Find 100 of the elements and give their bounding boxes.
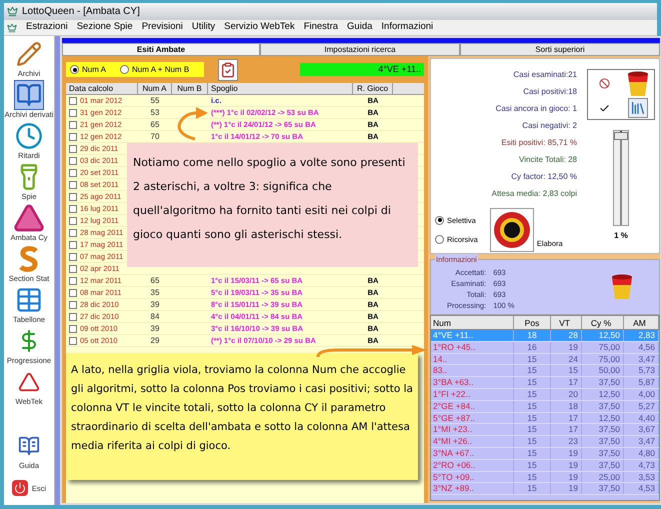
books-icon[interactable] (628, 98, 648, 118)
stat-label: Vincite Totali: 28 (519, 154, 577, 166)
tab[interactable]: Impostazioni ricerca (260, 43, 460, 56)
checkbox[interactable] (69, 216, 77, 224)
radio-button[interactable] (120, 65, 130, 74)
grid-row[interactable]: 2°GE +84.. 15 18 37,50 5,27 (431, 400, 659, 413)
no-entry-icon[interactable] (599, 78, 610, 90)
checkbox[interactable] (69, 312, 77, 320)
checkbox[interactable] (69, 252, 77, 260)
checkbox[interactable] (69, 132, 77, 140)
column-header[interactable]: Num A (138, 83, 172, 94)
checkbox[interactable] (69, 120, 77, 128)
column-header[interactable]: Pos (514, 316, 551, 329)
menu-item[interactable]: Servizio WebTek (224, 20, 295, 35)
table-cell: 84 (150, 312, 160, 321)
checkbox[interactable] (69, 144, 77, 152)
grid-row[interactable]: 14.. 15 24 75,00 3,47 (431, 354, 659, 366)
grid-row[interactable]: 2°RO +06.. 15 19 37,50 4,73 (431, 460, 659, 472)
column-header[interactable]: Spoglio (208, 83, 353, 94)
checkbox[interactable] (69, 108, 77, 116)
curved-arrow (175, 105, 209, 141)
table-cell: 65 (150, 276, 160, 285)
table-cell: 35 (150, 288, 160, 297)
stat-label: Casi esaminati:21 (513, 69, 577, 81)
grid-row[interactable]: 3°NA +67.. 15 19 37,50 4,80 (431, 448, 659, 460)
grid-row[interactable]: 5°TO +09.. 15 19 25,00 3,53 (431, 472, 659, 484)
table-cell: 39 (150, 324, 160, 333)
menu-item[interactable]: Informazioni (381, 20, 434, 35)
column-header[interactable]: Num B (172, 83, 208, 94)
round-button-icon[interactable] (490, 208, 534, 252)
menu-item[interactable]: Estrazioni (26, 20, 68, 35)
table-cell: 53 (150, 108, 160, 117)
table-cell: 39 (150, 300, 160, 309)
book-icon (16, 82, 42, 108)
pencil-icon (16, 41, 42, 67)
radio-label: Num A (82, 64, 106, 76)
crown-icon (7, 22, 17, 32)
grid-row[interactable]: 1°FI +22.. 15 20 12,50 4,00 (431, 388, 659, 401)
clock-icon (15, 122, 43, 150)
slider-reading: 1 % (614, 230, 628, 242)
callout-note: Notiamo come nello spoglio a volte sono presenti 2 asterischi, a voltre 3: significa che quell'algoritmo ha fornito tanti esiti nei colpi di gioco quanti sono gli asterischi stessi. (127, 143, 418, 267)
book-icon (18, 435, 40, 457)
power-icon (12, 480, 28, 496)
column-header[interactable]: Num (431, 316, 514, 329)
checkbox[interactable] (69, 192, 77, 200)
menu-item[interactable]: Utility (192, 20, 216, 35)
menu-item[interactable]: Sezione Spie (76, 20, 133, 35)
column-header[interactable]: AM (624, 316, 659, 329)
checkbox[interactable] (69, 156, 77, 164)
table-cell: 29 (150, 336, 160, 345)
bucket-icon (611, 274, 633, 300)
s-curve-icon (18, 246, 40, 272)
stat-label: Cy factor: 12,50 % (511, 171, 577, 183)
callout-note: A lato, nella griglia viola, troviamo la colonna Num che accoglie gli algoritmi, sotto la colonna Pos troviamo i casi positivi; sotto la colonna VT le vincite totali, sotto la colonna CY il parametro straordinario di scelta dell'ambata e sotto la colonna AM l'attesa media riferita ai colpi di gioco. (66, 353, 418, 480)
tab[interactable]: Sorti superiori (460, 43, 660, 56)
column-header[interactable]: R. Gioco (353, 83, 393, 94)
grid-row[interactable]: 83.. 15 15 50,00 5,73 (431, 365, 659, 378)
stat-label: Attesa media: 2,83 colpi (492, 188, 577, 200)
stat-label: Esiti positivi: 85,71 % (501, 137, 577, 149)
menu-item[interactable]: Guida (347, 20, 372, 35)
crown-icon (7, 6, 18, 17)
checkbox[interactable] (69, 168, 77, 176)
triangle-icon (18, 370, 40, 394)
checkbox[interactable] (69, 336, 77, 344)
grid-row[interactable]: 4°MI +26.. 15 23 37,50 3,47 (431, 436, 659, 448)
slider-track[interactable] (613, 130, 629, 226)
slider-thumb[interactable] (614, 132, 628, 140)
checkbox[interactable] (69, 180, 77, 188)
bucket-icon (626, 70, 648, 97)
check-icon[interactable] (599, 102, 610, 114)
stat-label: Casi negativi: 2 (522, 120, 577, 132)
table-cell: 65 (150, 120, 160, 129)
checkbox[interactable] (69, 300, 77, 308)
column-header[interactable]: Data calcolo (66, 83, 138, 94)
menu-item[interactable]: Finestra (304, 20, 338, 35)
grid-row[interactable]: 3°NZ +89.. 15 19 37,50 4,53 (431, 483, 659, 496)
checkbox[interactable] (69, 276, 77, 284)
menu-item[interactable]: Previsioni (142, 20, 183, 35)
grid-row[interactable]: 3°BA +63.. 15 17 37,50 5,87 (431, 377, 659, 389)
checkbox[interactable] (69, 264, 77, 272)
checkbox[interactable] (69, 204, 77, 212)
grid-row[interactable]: 5°GE +87.. 15 17 12,50 4,40 (431, 412, 659, 424)
grid-row[interactable]: 1°MI +23.. 15 17 37,50 3,67 (431, 424, 659, 436)
radio-button[interactable] (435, 235, 444, 244)
table-cell: 70 (150, 132, 160, 141)
column-header[interactable]: Cy % (582, 316, 624, 329)
grid-row[interactable]: 1°RO +45.. 16 19 75,00 4,56 (431, 342, 659, 354)
column-header[interactable]: VT (551, 316, 582, 329)
tab[interactable]: Esiti Ambate (62, 43, 260, 56)
checkbox[interactable] (69, 228, 77, 236)
table-cell: 55 (150, 96, 160, 105)
checkbox[interactable] (69, 240, 77, 248)
radio-button[interactable] (435, 216, 444, 225)
checkbox[interactable] (69, 96, 77, 104)
window-title: LottoQueen - [Ambata CY] (22, 5, 140, 19)
table-icon (15, 286, 43, 314)
clipboard-icon[interactable] (218, 58, 238, 80)
checkbox[interactable] (69, 324, 77, 332)
radio-button[interactable] (70, 65, 79, 74)
checkbox[interactable] (69, 288, 77, 296)
